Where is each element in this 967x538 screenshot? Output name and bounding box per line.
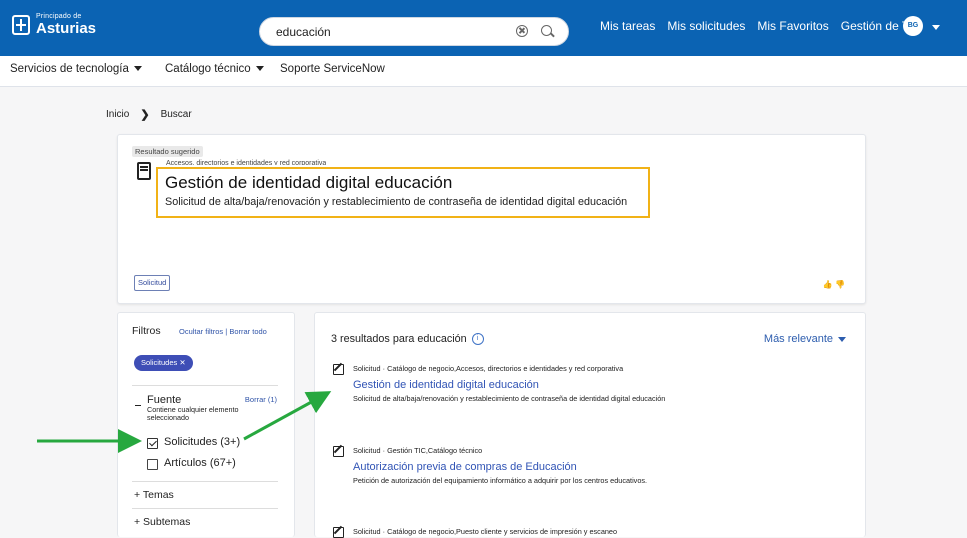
edit-icon (333, 527, 344, 538)
chevron-down-icon (838, 336, 846, 342)
result-description: Petición de autorización del equipamient… (353, 476, 648, 485)
nav-tech-catalog[interactable]: Catálogo técnico (165, 63, 264, 75)
main-nav: Servicios de tecnología Catálogo técnico… (0, 56, 967, 87)
result-meta: Solicitud · Catálogo de negocio,Accesos,… (353, 364, 624, 373)
sort-label: Más relevante (763, 333, 833, 345)
themes-expander[interactable]: + Temas (134, 489, 174, 501)
filter-actions: Ocultar filtros | Borrar todo (179, 327, 267, 336)
top-header: Principado de Asturias educación Mis tar… (0, 0, 967, 56)
collapse-icon[interactable] (135, 405, 141, 406)
filter-chip-label: Solicitudes (141, 358, 178, 367)
result-description: Solicitud de alta/baja/renovación y rest… (353, 394, 666, 403)
chevron-down-icon[interactable] (932, 25, 940, 30)
chevron-down-icon (255, 66, 264, 72)
feedback-icons[interactable]: 👍 👎 (823, 280, 845, 289)
active-filter-chip[interactable]: Solicitudes ✕ (134, 355, 193, 371)
divider (132, 385, 278, 386)
divider (132, 481, 278, 482)
divider (132, 508, 278, 509)
suggested-category: Accesos, directorios e identidades y red… (166, 160, 327, 165)
search-input[interactable]: educación (259, 17, 569, 46)
avatar[interactable]: BG (903, 16, 923, 36)
suggested-title[interactable]: Gestión de identidad digital educación (165, 173, 452, 193)
nav-tech-services-label: Servicios de tecnología (10, 63, 129, 75)
chevron-right-icon: ❯ (140, 109, 150, 121)
articles-option-label[interactable]: Artículos (67+) (164, 457, 236, 469)
logo-subtitle: Principado de (36, 13, 82, 20)
source-clear-link[interactable]: Borrar (1) (245, 395, 277, 404)
suggested-badge: Resultado sugerido (132, 146, 203, 157)
results-panel: 3 resultados para educación i Más relevan… (314, 312, 866, 538)
clear-all-link[interactable]: Borrar todo (229, 327, 267, 336)
search-icon[interactable] (541, 25, 552, 36)
filters-panel: Filtros Ocultar filtros | Borrar todo So… (117, 312, 295, 537)
suggested-result-card[interactable]: Resultado sugerido Accesos, directorios … (117, 134, 866, 304)
edit-icon (333, 446, 344, 457)
book-icon (137, 162, 151, 180)
nav-tech-catalog-label: Catálogo técnico (165, 63, 251, 75)
it-management-link[interactable]: Gestión de TI (841, 19, 913, 33)
info-icon[interactable]: i (471, 333, 484, 346)
request-tag: Solicitud (134, 275, 171, 291)
filters-title: Filtros (132, 325, 161, 337)
result-title[interactable]: Gestión de identidad digital educación (353, 379, 539, 391)
asturias-cross-icon (12, 14, 30, 35)
result-meta: Solicitud · Catálogo de negocio,Puesto c… (353, 527, 618, 536)
nav-tech-services[interactable]: Servicios de tecnología (10, 63, 142, 75)
top-links: Mis tareas Mis solicitudes Mis Favoritos… (600, 19, 913, 33)
chevron-down-icon (133, 66, 142, 72)
subthemes-expander[interactable]: + Subtemas (134, 516, 190, 528)
source-description: Contiene cualquier elemento seleccionado (147, 405, 239, 423)
search-value[interactable]: educación (276, 25, 331, 39)
logo-title: Asturias (36, 20, 97, 37)
articles-checkbox[interactable] (147, 459, 158, 470)
nav-support-servicenow[interactable]: Soporte ServiceNow (280, 63, 385, 75)
result-meta: Solicitud · Gestión TIC,Catálogo técnico (353, 446, 483, 455)
requests-option-label[interactable]: Solicitudes (3+) (164, 436, 240, 448)
my-requests-link[interactable]: Mis solicitudes (667, 19, 745, 33)
breadcrumb: Inicio ❯ Buscar (106, 108, 192, 121)
requests-checkbox[interactable] (147, 438, 158, 449)
logo[interactable]: Principado de Asturias (12, 13, 96, 36)
close-icon[interactable]: ✕ (179, 358, 185, 367)
suggested-description: Solicitud de alta/baja/renovación y rest… (165, 196, 628, 208)
hide-filters-link[interactable]: Ocultar filtros (179, 327, 223, 336)
breadcrumb-current: Buscar (160, 109, 192, 120)
my-tasks-link[interactable]: Mis tareas (600, 19, 655, 33)
result-title[interactable]: Autorización previa de compras de Educac… (353, 461, 577, 473)
results-count: 3 resultados para educación i (331, 333, 484, 346)
clear-icon[interactable] (516, 25, 528, 37)
breadcrumb-home[interactable]: Inicio (106, 109, 129, 120)
edit-icon (333, 364, 344, 375)
my-favorites-link[interactable]: Mis Favoritos (757, 19, 828, 33)
results-count-text: 3 resultados para educación (331, 333, 467, 345)
sort-dropdown[interactable]: Más relevante (764, 333, 846, 345)
